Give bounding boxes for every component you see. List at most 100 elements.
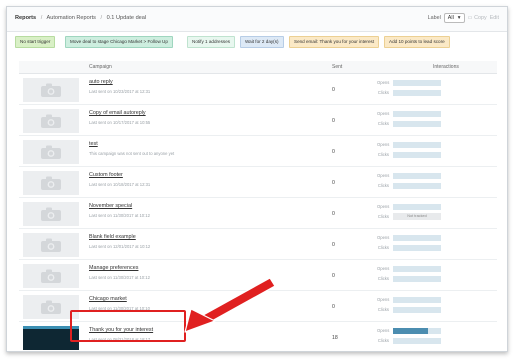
- sent-count: 0: [332, 211, 335, 217]
- campaign-last-sent: Last sent on 10/23/2017 at 12:31: [89, 89, 151, 94]
- table-row: Manage preferences Last sent on 11/30/20…: [19, 260, 497, 291]
- campaign-thumbnail[interactable]: [23, 202, 79, 226]
- campaign-last-sent: Last sent on 10/18/2017 at 12:31: [89, 182, 151, 187]
- clicks-bar: [393, 121, 441, 127]
- campaign-last-sent: Last sent on 10/17/2017 at 10:55: [89, 120, 151, 125]
- clicks-label: Clicks: [377, 90, 389, 95]
- table-row: November special Last sent on 11/30/2017…: [19, 198, 497, 229]
- top-bar: Reports / Automation Reports / 0.1 Updat…: [7, 7, 507, 32]
- opens-bar: [393, 328, 441, 334]
- clicks-bar: [393, 245, 441, 251]
- breadcrumb-separator: /: [100, 15, 103, 21]
- breadcrumb-automation-reports[interactable]: Automation Reports: [47, 15, 96, 21]
- sent-count: 0: [332, 273, 335, 279]
- campaign-last-sent: Last sent on 12/01/2017 at 10:12: [89, 244, 151, 249]
- table-row: test This campaign was not sent out to a…: [19, 136, 497, 167]
- opens-bar: [393, 142, 441, 148]
- not-tracked-badge: Not tracked: [393, 213, 441, 220]
- opens-bar-fill: [393, 328, 428, 334]
- clicks-bar: [393, 338, 441, 344]
- camera-placeholder-icon: [41, 83, 61, 97]
- clicks-label: Clicks: [377, 338, 389, 343]
- step-move-deal[interactable]: Move deal to stage Chicago Market > Foll…: [65, 36, 173, 48]
- campaign-thumbnail[interactable]: [23, 171, 79, 195]
- clicks-label: Clicks: [377, 214, 389, 219]
- opens-bar: [393, 204, 441, 210]
- campaign-last-sent: Last sent on 11/30/2017 at 10:12: [89, 213, 150, 218]
- opens-bar: [393, 266, 441, 272]
- campaign-link[interactable]: Manage preferences: [89, 265, 138, 271]
- breadcrumb-reports[interactable]: Reports: [15, 15, 36, 21]
- breadcrumb: Reports / Automation Reports / 0.1 Updat…: [15, 15, 146, 21]
- step-send-email[interactable]: Send email: Thank you for your interest: [289, 36, 380, 48]
- copy-label: Copy: [474, 15, 487, 21]
- step-wait[interactable]: Wait for 2 day(s): [240, 36, 284, 48]
- sent-count: 0: [332, 180, 335, 186]
- clicks-label: Clicks: [377, 245, 389, 250]
- opens-label: Opens: [377, 266, 390, 271]
- clicks-label: Clicks: [377, 152, 389, 157]
- campaign-thumbnail[interactable]: [23, 109, 79, 133]
- copy-icon: ▭: [467, 15, 473, 21]
- sent-count: 0: [332, 149, 335, 155]
- label-select-value: All: [447, 15, 454, 21]
- opens-bar: [393, 111, 441, 117]
- edit-button[interactable]: Edit: [490, 15, 499, 21]
- clicks-bar: [393, 152, 441, 158]
- opens-label: Opens: [377, 235, 390, 240]
- chevron-down-icon: ▾: [457, 15, 461, 21]
- label-filter-text: Label: [427, 15, 441, 21]
- campaign-link[interactable]: Copy of email autoreply: [89, 110, 146, 116]
- copy-button[interactable]: ▭ Copy: [468, 15, 487, 21]
- camera-placeholder-icon: [41, 145, 61, 159]
- clicks-bar: [393, 90, 441, 96]
- opens-bar: [393, 80, 441, 86]
- sent-count: 0: [332, 118, 335, 124]
- highlight-box: [70, 310, 186, 342]
- sent-count: 0: [332, 242, 335, 248]
- opens-bar: [393, 235, 441, 241]
- clicks-label: Clicks: [377, 307, 389, 312]
- breadcrumb-current: 0.1 Update deal: [106, 15, 147, 21]
- step-add-points[interactable]: Add 10 points to lead score: [384, 36, 450, 48]
- label-select[interactable]: All ▾: [443, 13, 465, 23]
- header-campaign: Campaign: [89, 64, 112, 70]
- table-row: Blank field example Last sent on 12/01/2…: [19, 229, 497, 260]
- camera-placeholder-icon: [41, 207, 61, 221]
- campaign-thumbnail[interactable]: [23, 264, 79, 288]
- opens-label: Opens: [377, 142, 390, 147]
- opens-label: Opens: [377, 111, 390, 116]
- step-start-trigger[interactable]: No start trigger: [15, 36, 56, 48]
- campaign-link[interactable]: Custom footer: [89, 172, 123, 178]
- clicks-bar: [393, 183, 441, 189]
- campaign-thumbnail[interactable]: [23, 140, 79, 164]
- sent-count: 0: [332, 304, 335, 310]
- header-interactions: Interactions: [433, 64, 459, 70]
- opens-label: Opens: [377, 328, 390, 333]
- camera-placeholder-icon: [41, 300, 61, 314]
- sent-count: 0: [332, 87, 335, 93]
- clicks-label: Clicks: [377, 121, 389, 126]
- campaign-thumbnail[interactable]: [23, 233, 79, 257]
- clicks-bar: [393, 276, 441, 282]
- campaign-link[interactable]: Chicago market: [89, 296, 127, 302]
- table-header: Campaign Sent Interactions: [19, 61, 497, 74]
- campaign-link[interactable]: test: [89, 141, 98, 147]
- table-row: auto reply Last sent on 10/23/2017 at 12…: [19, 74, 497, 105]
- opens-bar: [393, 297, 441, 303]
- campaign-thumbnail[interactable]: [23, 78, 79, 102]
- campaign-link[interactable]: Blank field example: [89, 234, 136, 240]
- opens-bar: [393, 173, 441, 179]
- campaign-link[interactable]: November special: [89, 203, 132, 209]
- camera-placeholder-icon: [41, 238, 61, 252]
- clicks-label: Clicks: [377, 276, 389, 281]
- sent-count: 18: [332, 335, 338, 341]
- opens-label: Opens: [377, 80, 390, 85]
- table-row: Custom footer Last sent on 10/18/2017 at…: [19, 167, 497, 198]
- step-notify[interactable]: Notify 1 addresses: [187, 36, 236, 48]
- opens-label: Opens: [377, 173, 390, 178]
- breadcrumb-separator: /: [40, 15, 43, 21]
- campaign-link[interactable]: auto reply: [89, 79, 113, 85]
- camera-placeholder-icon: [41, 269, 61, 283]
- campaign-last-sent: Last sent on 11/30/2017 at 10:12: [89, 275, 150, 280]
